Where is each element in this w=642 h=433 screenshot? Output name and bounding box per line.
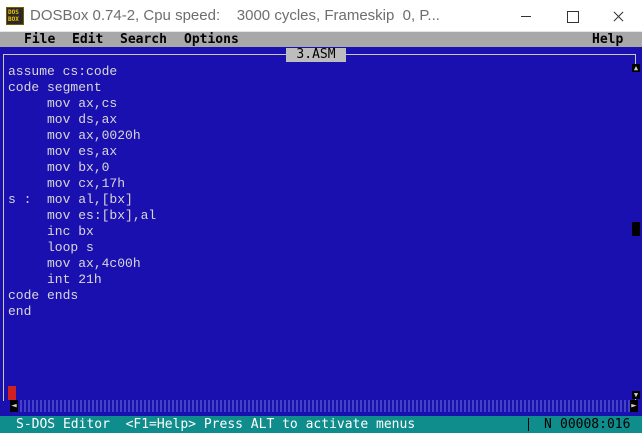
dos-screen: File Edit Search Options Help 3.ASM assu… bbox=[0, 32, 642, 433]
app-icon-text-bottom: BOX bbox=[8, 16, 19, 23]
cursor-position: 00008:016 bbox=[560, 417, 631, 432]
code-line[interactable]: mov ds,ax bbox=[8, 112, 628, 128]
menu-edit[interactable]: Edit bbox=[72, 32, 103, 47]
horizontal-scroll-track[interactable] bbox=[20, 400, 636, 412]
menu-search[interactable]: Search bbox=[120, 32, 167, 47]
menu-help[interactable]: Help bbox=[592, 32, 623, 47]
code-line[interactable]: assume cs:code bbox=[8, 64, 628, 80]
code-line[interactable]: end bbox=[8, 304, 628, 320]
window-titlebar[interactable]: DOS BOX DOSBox 0.74-2, Cpu speed: 3000 c… bbox=[0, 0, 642, 32]
menu-options[interactable]: Options bbox=[184, 32, 239, 47]
code-line[interactable]: mov ax,0020h bbox=[8, 128, 628, 144]
code-line[interactable]: mov cx,17h bbox=[8, 176, 628, 192]
file-name-tab: 3.ASM bbox=[286, 48, 346, 62]
vertical-scroll-thumb[interactable] bbox=[632, 222, 640, 236]
code-line[interactable]: code segment bbox=[8, 80, 628, 96]
horizontal-scrollbar[interactable]: ◄ ► bbox=[6, 399, 638, 413]
dosbox-app-icon: DOS BOX bbox=[6, 7, 24, 25]
code-line[interactable]: loop s bbox=[8, 240, 628, 256]
code-line[interactable]: inc bx bbox=[8, 224, 628, 240]
minimize-icon[interactable] bbox=[503, 0, 549, 32]
code-line[interactable]: s : mov al,[bx] bbox=[8, 192, 628, 208]
code-line[interactable]: code ends bbox=[8, 288, 628, 304]
scroll-down-arrow-icon[interactable]: ▼ bbox=[632, 391, 640, 399]
menu-file[interactable]: File bbox=[24, 32, 55, 47]
window-title: DOSBox 0.74-2, Cpu speed: 3000 cycles, F… bbox=[30, 7, 440, 24]
status-message: S-DOS Editor <F1=Help> Press ALT to acti… bbox=[16, 417, 416, 432]
menu-bar: File Edit Search Options Help bbox=[0, 32, 642, 47]
status-bar: S-DOS Editor <F1=Help> Press ALT to acti… bbox=[0, 416, 642, 433]
scroll-up-arrow-icon[interactable]: ▲ bbox=[632, 64, 640, 72]
status-divider bbox=[528, 418, 529, 431]
code-editor[interactable]: assume cs:code code segment mov ax,cs mo… bbox=[8, 64, 628, 396]
code-line[interactable]: mov bx,0 bbox=[8, 160, 628, 176]
code-line[interactable]: mov es:[bx],al bbox=[8, 208, 628, 224]
scroll-right-arrow-icon[interactable]: ► bbox=[630, 400, 638, 412]
code-line[interactable]: int 21h bbox=[8, 272, 628, 288]
code-line[interactable]: mov ax,4c00h bbox=[8, 256, 628, 272]
status-mode-indicator: N bbox=[544, 417, 552, 432]
app-icon-text-top: DOS bbox=[8, 9, 19, 16]
maximize-icon[interactable] bbox=[549, 0, 595, 32]
vertical-scrollbar[interactable]: ▲ ▼ bbox=[632, 64, 640, 399]
code-line[interactable]: mov ax,cs bbox=[8, 96, 628, 112]
code-line[interactable]: mov es,ax bbox=[8, 144, 628, 160]
close-icon[interactable] bbox=[595, 0, 641, 32]
scroll-left-arrow-icon[interactable]: ◄ bbox=[10, 400, 18, 412]
status-left-marker bbox=[8, 386, 16, 400]
